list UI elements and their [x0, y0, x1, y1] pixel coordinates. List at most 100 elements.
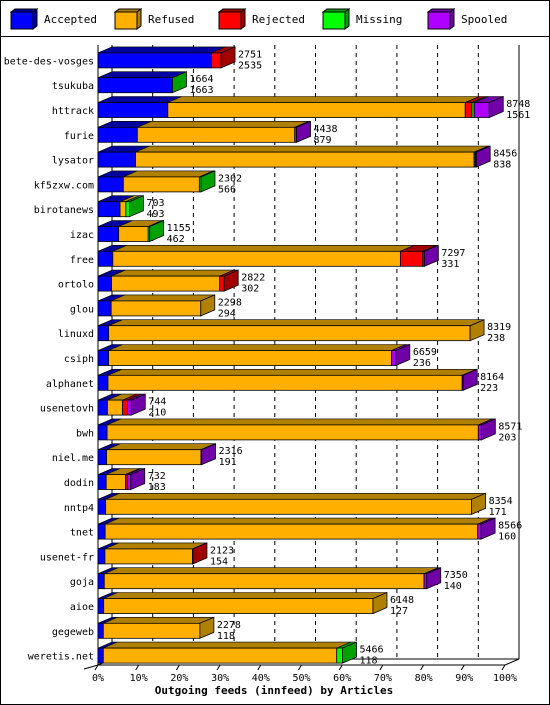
category-label: ortolo [58, 280, 94, 291]
total-label: 8456 [493, 149, 517, 160]
accepted-label: 160 [498, 532, 516, 543]
bar-tnet [97, 517, 496, 540]
bar-furie [97, 120, 311, 143]
bar-bwh [97, 418, 496, 441]
bar-segment-accepted [97, 622, 104, 639]
total-label: 2298 [218, 297, 242, 308]
bar-segment-accepted [97, 548, 106, 565]
bar-segment-top-refused [107, 368, 477, 376]
bar-niel.me [97, 443, 216, 466]
category-labels: bete-des-vosges tsukuba httrack furie lysato… [4, 56, 94, 662]
bar-segment-spooled [423, 573, 428, 590]
accepted-label: 294 [218, 308, 236, 319]
bar-gegeweb [97, 616, 215, 639]
bar-segment-accepted [97, 573, 105, 590]
bar-segment-refused [107, 374, 463, 391]
x-axis-label: Outgoing feeds (innfeed) by Articles [155, 684, 393, 697]
total-label: 8748 [506, 99, 530, 110]
accepted-label: 331 [441, 259, 459, 270]
bar-goja [97, 567, 442, 590]
bar-segment-accepted [97, 176, 124, 193]
bar-tsukuba [97, 71, 187, 94]
bar-segment-refused [122, 176, 200, 193]
bar-segment-refused [106, 424, 479, 441]
total-label: 7297 [441, 248, 465, 259]
total-label: 1664 [189, 74, 213, 85]
bar-usenet-fr [97, 542, 208, 565]
bar-segment-rejected [464, 102, 473, 118]
total-label: 703 [146, 198, 164, 209]
category-label: birotanews [34, 205, 94, 216]
bar-bete-des-vosges [97, 46, 236, 69]
bar-segment-refused [108, 325, 471, 342]
total-label: 744 [148, 397, 166, 408]
bar-segment-top-refused [167, 96, 480, 103]
bar-segment-top-refused [111, 294, 215, 302]
total-label: 6148 [390, 595, 414, 606]
total-label: 5466 [359, 645, 383, 656]
accepted-label: 879 [313, 135, 331, 146]
category-label: goja [70, 577, 94, 588]
category-label: bwh [76, 428, 94, 439]
bar-segment-refused [119, 201, 127, 218]
accepted-label: 154 [210, 556, 228, 567]
accepted-label: 140 [444, 581, 462, 592]
x-tick-label: 60% [333, 673, 351, 684]
bar-glou [97, 294, 216, 317]
total-label: 2822 [241, 273, 265, 284]
accepted-label: 118 [359, 656, 377, 667]
x-tick-label: 70% [374, 673, 392, 684]
bar-segment-refused [112, 250, 401, 267]
accepted-label: 236 [413, 358, 431, 369]
x-tick-label: 30% [211, 673, 229, 684]
bar-segment-refused [104, 523, 479, 540]
bar-segment-refused [110, 300, 202, 317]
bar-segment-rejected [122, 399, 128, 416]
bar-csiph [97, 343, 411, 367]
bar-segment-accepted [97, 350, 109, 366]
bar-segment-refused [106, 449, 202, 466]
bar-segment-accepted [97, 126, 138, 143]
category-label: weretis.net [28, 652, 94, 663]
bar-segment-top-refused [108, 319, 485, 327]
bar-segment-top-refused [137, 121, 309, 128]
bar-segment-refused [135, 151, 475, 168]
accepted-label: 171 [489, 507, 507, 518]
bar-segment-refused [105, 474, 126, 490]
bar-segment-top-refused [112, 245, 415, 252]
bar-segment-accepted [97, 226, 120, 242]
accepted-label: 462 [167, 234, 185, 245]
bar-segment-top-refused [135, 145, 489, 153]
x-tick [420, 664, 425, 671]
category-label: bete-des-vosges [4, 56, 94, 67]
total-label: 8319 [487, 322, 511, 333]
bar-segment-spooled [127, 399, 132, 416]
x-tick [379, 664, 384, 671]
bar-segment-top-refused [103, 592, 388, 599]
bar-segment-rejected [399, 250, 424, 267]
bar-segment-spooled [391, 350, 397, 366]
bar-nntp4 [97, 492, 487, 515]
total-label: 2123 [210, 545, 234, 556]
x-tick-labels: 0% 10% 20% 30% 40% 50% 60% 70% 80% 90% 100% [92, 664, 517, 684]
total-label: 7350 [444, 570, 468, 581]
category-label: tsukuba [52, 81, 94, 92]
bar-segment-refused [167, 102, 466, 118]
bar-dodin [97, 467, 146, 491]
bar-segment-accepted [97, 77, 173, 94]
bar-segment-accepted [97, 275, 112, 292]
bar-segment-top-refused [105, 492, 486, 500]
accepted-label: 127 [390, 606, 408, 617]
total-label: 8164 [480, 372, 504, 383]
x-tick [338, 664, 343, 671]
category-label: nntp4 [64, 503, 94, 514]
bar-segment-accepted [97, 325, 110, 342]
bar-segment-accepted [97, 474, 107, 490]
category-label: usenet-fr [40, 552, 94, 563]
axis-corner [504, 658, 520, 666]
category-label: gegeweb [52, 627, 94, 638]
bar-izac [97, 219, 165, 243]
bar-segment-missing [336, 647, 343, 664]
x-tick [135, 664, 140, 671]
category-label: alphanet [46, 379, 94, 390]
